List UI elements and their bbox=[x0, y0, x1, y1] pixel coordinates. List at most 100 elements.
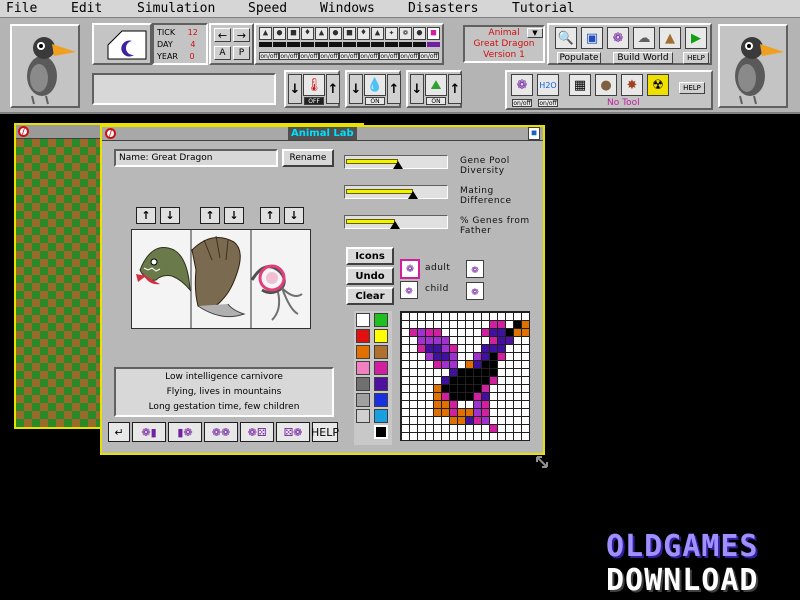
p-button[interactable]: P bbox=[233, 46, 250, 60]
terrain-icon[interactable]: ▲ bbox=[659, 27, 681, 49]
menu-disasters[interactable]: Disasters bbox=[408, 1, 478, 16]
palette-swatch[interactable] bbox=[356, 345, 370, 359]
palette-swatch[interactable] bbox=[374, 425, 388, 439]
terrain-on-toggle[interactable]: ON bbox=[426, 97, 446, 105]
child-icon[interactable]: ❁ bbox=[400, 281, 418, 299]
menu-tutorial[interactable]: Tutorial bbox=[512, 1, 575, 16]
landscape-icon[interactable]: ⛰ bbox=[425, 74, 447, 96]
menu-speed[interactable]: Speed bbox=[248, 1, 287, 16]
dna-to-dice-icon[interactable]: ❁⚄ bbox=[240, 422, 274, 442]
map-icon[interactable]: ▣ bbox=[581, 27, 603, 49]
species-icon[interactable]: ■ bbox=[343, 27, 356, 40]
icons-button[interactable]: Icons bbox=[346, 247, 394, 265]
gene-pool-slider[interactable] bbox=[344, 155, 448, 169]
genes-from-father-slider[interactable] bbox=[344, 215, 448, 229]
palette-swatch[interactable] bbox=[356, 313, 370, 327]
child-icon-preview[interactable]: ❁ bbox=[466, 282, 484, 300]
animal-dropdown-button[interactable]: ▼ bbox=[527, 28, 543, 38]
menu-edit[interactable]: Edit bbox=[71, 1, 102, 16]
species-icon[interactable]: ▲ bbox=[315, 27, 328, 40]
water-on-toggle[interactable]: ON bbox=[365, 97, 385, 105]
undo-button[interactable]: Undo bbox=[346, 267, 394, 285]
body-up-button[interactable]: ↑ bbox=[200, 207, 220, 224]
palette-swatch[interactable] bbox=[374, 409, 388, 423]
water-up-button[interactable]: ↑ bbox=[387, 74, 401, 104]
mating-slider-thumb[interactable] bbox=[408, 191, 418, 199]
tail-up-button[interactable]: ↑ bbox=[260, 207, 280, 224]
build-world-button[interactable]: Build World bbox=[613, 52, 673, 64]
palette-swatch[interactable] bbox=[374, 393, 388, 407]
species-icon[interactable]: ❁ bbox=[399, 27, 412, 40]
populate-button[interactable]: Populate bbox=[557, 52, 601, 64]
animal-lab-close-button[interactable]: / bbox=[105, 128, 116, 139]
icon-pixel-editor[interactable] bbox=[400, 311, 530, 441]
species-onoff-toggle[interactable]: on/off bbox=[379, 52, 399, 60]
animal-name-field[interactable]: Name: Great Dragon bbox=[114, 149, 278, 167]
dna-to-bars-icon[interactable]: ❁▮ bbox=[132, 422, 166, 442]
species-icon[interactable]: ♦ bbox=[357, 27, 370, 40]
menu-simulation[interactable]: Simulation bbox=[137, 1, 215, 16]
menu-file[interactable]: File bbox=[6, 1, 37, 16]
water-down-button[interactable]: ↓ bbox=[349, 74, 363, 104]
prev-arrow-button[interactable]: ← bbox=[214, 28, 231, 42]
species-icon[interactable]: ■ bbox=[427, 27, 440, 40]
mating-difference-slider[interactable] bbox=[344, 185, 448, 199]
palette-swatch[interactable] bbox=[374, 329, 388, 343]
palette-swatch[interactable] bbox=[374, 361, 388, 375]
head-up-button[interactable]: ↑ bbox=[136, 207, 156, 224]
water-drop-icon[interactable]: 💧 bbox=[364, 74, 386, 96]
h2o-icon[interactable]: H2O bbox=[537, 74, 559, 96]
temperature-up-button[interactable]: ↑ bbox=[326, 74, 340, 104]
h2o-toggle[interactable]: on/off bbox=[538, 99, 558, 107]
palette-swatch[interactable] bbox=[356, 409, 370, 423]
next-arrow-button[interactable]: → bbox=[233, 28, 250, 42]
dna-tool-icon[interactable]: ❁ bbox=[511, 74, 533, 96]
rename-button[interactable]: Rename bbox=[282, 149, 334, 167]
lab-help-button[interactable]: HELP bbox=[311, 422, 339, 442]
species-onoff-toggle[interactable]: on/off bbox=[279, 52, 299, 60]
dna-icon[interactable]: ❁ bbox=[607, 27, 629, 49]
palette-swatch[interactable] bbox=[356, 361, 370, 375]
species-icon[interactable]: ● bbox=[413, 27, 426, 40]
play-icon[interactable]: ▶ bbox=[685, 27, 707, 49]
temperature-down-button[interactable]: ↓ bbox=[288, 74, 302, 104]
species-onoff-toggle[interactable]: on/off bbox=[419, 52, 439, 60]
bomb-icon[interactable]: ✸ bbox=[621, 74, 643, 96]
body-down-button[interactable]: ↓ bbox=[224, 207, 244, 224]
current-animal-panel[interactable]: Animal Great Dragon Version 1 ▼ bbox=[463, 25, 545, 63]
return-icon[interactable]: ↵ bbox=[108, 422, 130, 442]
dice-to-dna-icon[interactable]: ⚄❁ bbox=[276, 422, 310, 442]
species-onoff-toggle[interactable]: on/off bbox=[299, 52, 319, 60]
adult-icon-selected[interactable]: ❁ bbox=[400, 259, 420, 279]
temperature-off-toggle[interactable]: OFF bbox=[304, 97, 324, 105]
adult-icon-preview[interactable]: ❁ bbox=[466, 260, 484, 278]
palette-swatch[interactable] bbox=[356, 393, 370, 407]
clear-button[interactable]: Clear bbox=[346, 287, 394, 305]
a-button[interactable]: A bbox=[214, 46, 231, 60]
map-close-button[interactable]: / bbox=[18, 126, 29, 137]
terrain-down-button[interactable]: ↓ bbox=[410, 74, 424, 104]
fence-icon[interactable]: ▦ bbox=[569, 74, 591, 96]
magnify-icon[interactable]: 🔍 bbox=[555, 27, 577, 49]
radiation-icon[interactable]: ☢ bbox=[647, 74, 669, 96]
thermometer-icon[interactable]: 🌡 bbox=[303, 74, 325, 96]
palette-swatch[interactable] bbox=[374, 313, 388, 327]
species-onoff-toggle[interactable]: on/off bbox=[259, 52, 279, 60]
rocks-icon[interactable]: ● bbox=[595, 74, 617, 96]
species-onoff-toggle[interactable]: on/off bbox=[359, 52, 379, 60]
species-icon[interactable]: ● bbox=[273, 27, 286, 40]
palette-swatch[interactable] bbox=[374, 345, 388, 359]
help-button-bottom[interactable]: HELP bbox=[679, 82, 705, 94]
help-button-top[interactable]: HELP bbox=[683, 52, 709, 64]
species-icon[interactable]: ▲ bbox=[371, 27, 384, 40]
species-icon[interactable]: ■ bbox=[287, 27, 300, 40]
father-slider-thumb[interactable] bbox=[390, 221, 400, 229]
palette-swatch[interactable] bbox=[374, 377, 388, 391]
gene-pool-slider-thumb[interactable] bbox=[393, 161, 403, 169]
species-onoff-toggle[interactable]: on/off bbox=[399, 52, 419, 60]
dna-tool-toggle[interactable]: on/off bbox=[512, 99, 532, 107]
tail-down-button[interactable]: ↓ bbox=[284, 207, 304, 224]
menu-windows[interactable]: Windows bbox=[320, 1, 375, 16]
species-icon[interactable]: ▲ bbox=[259, 27, 272, 40]
species-onoff-toggle[interactable]: on/off bbox=[339, 52, 359, 60]
